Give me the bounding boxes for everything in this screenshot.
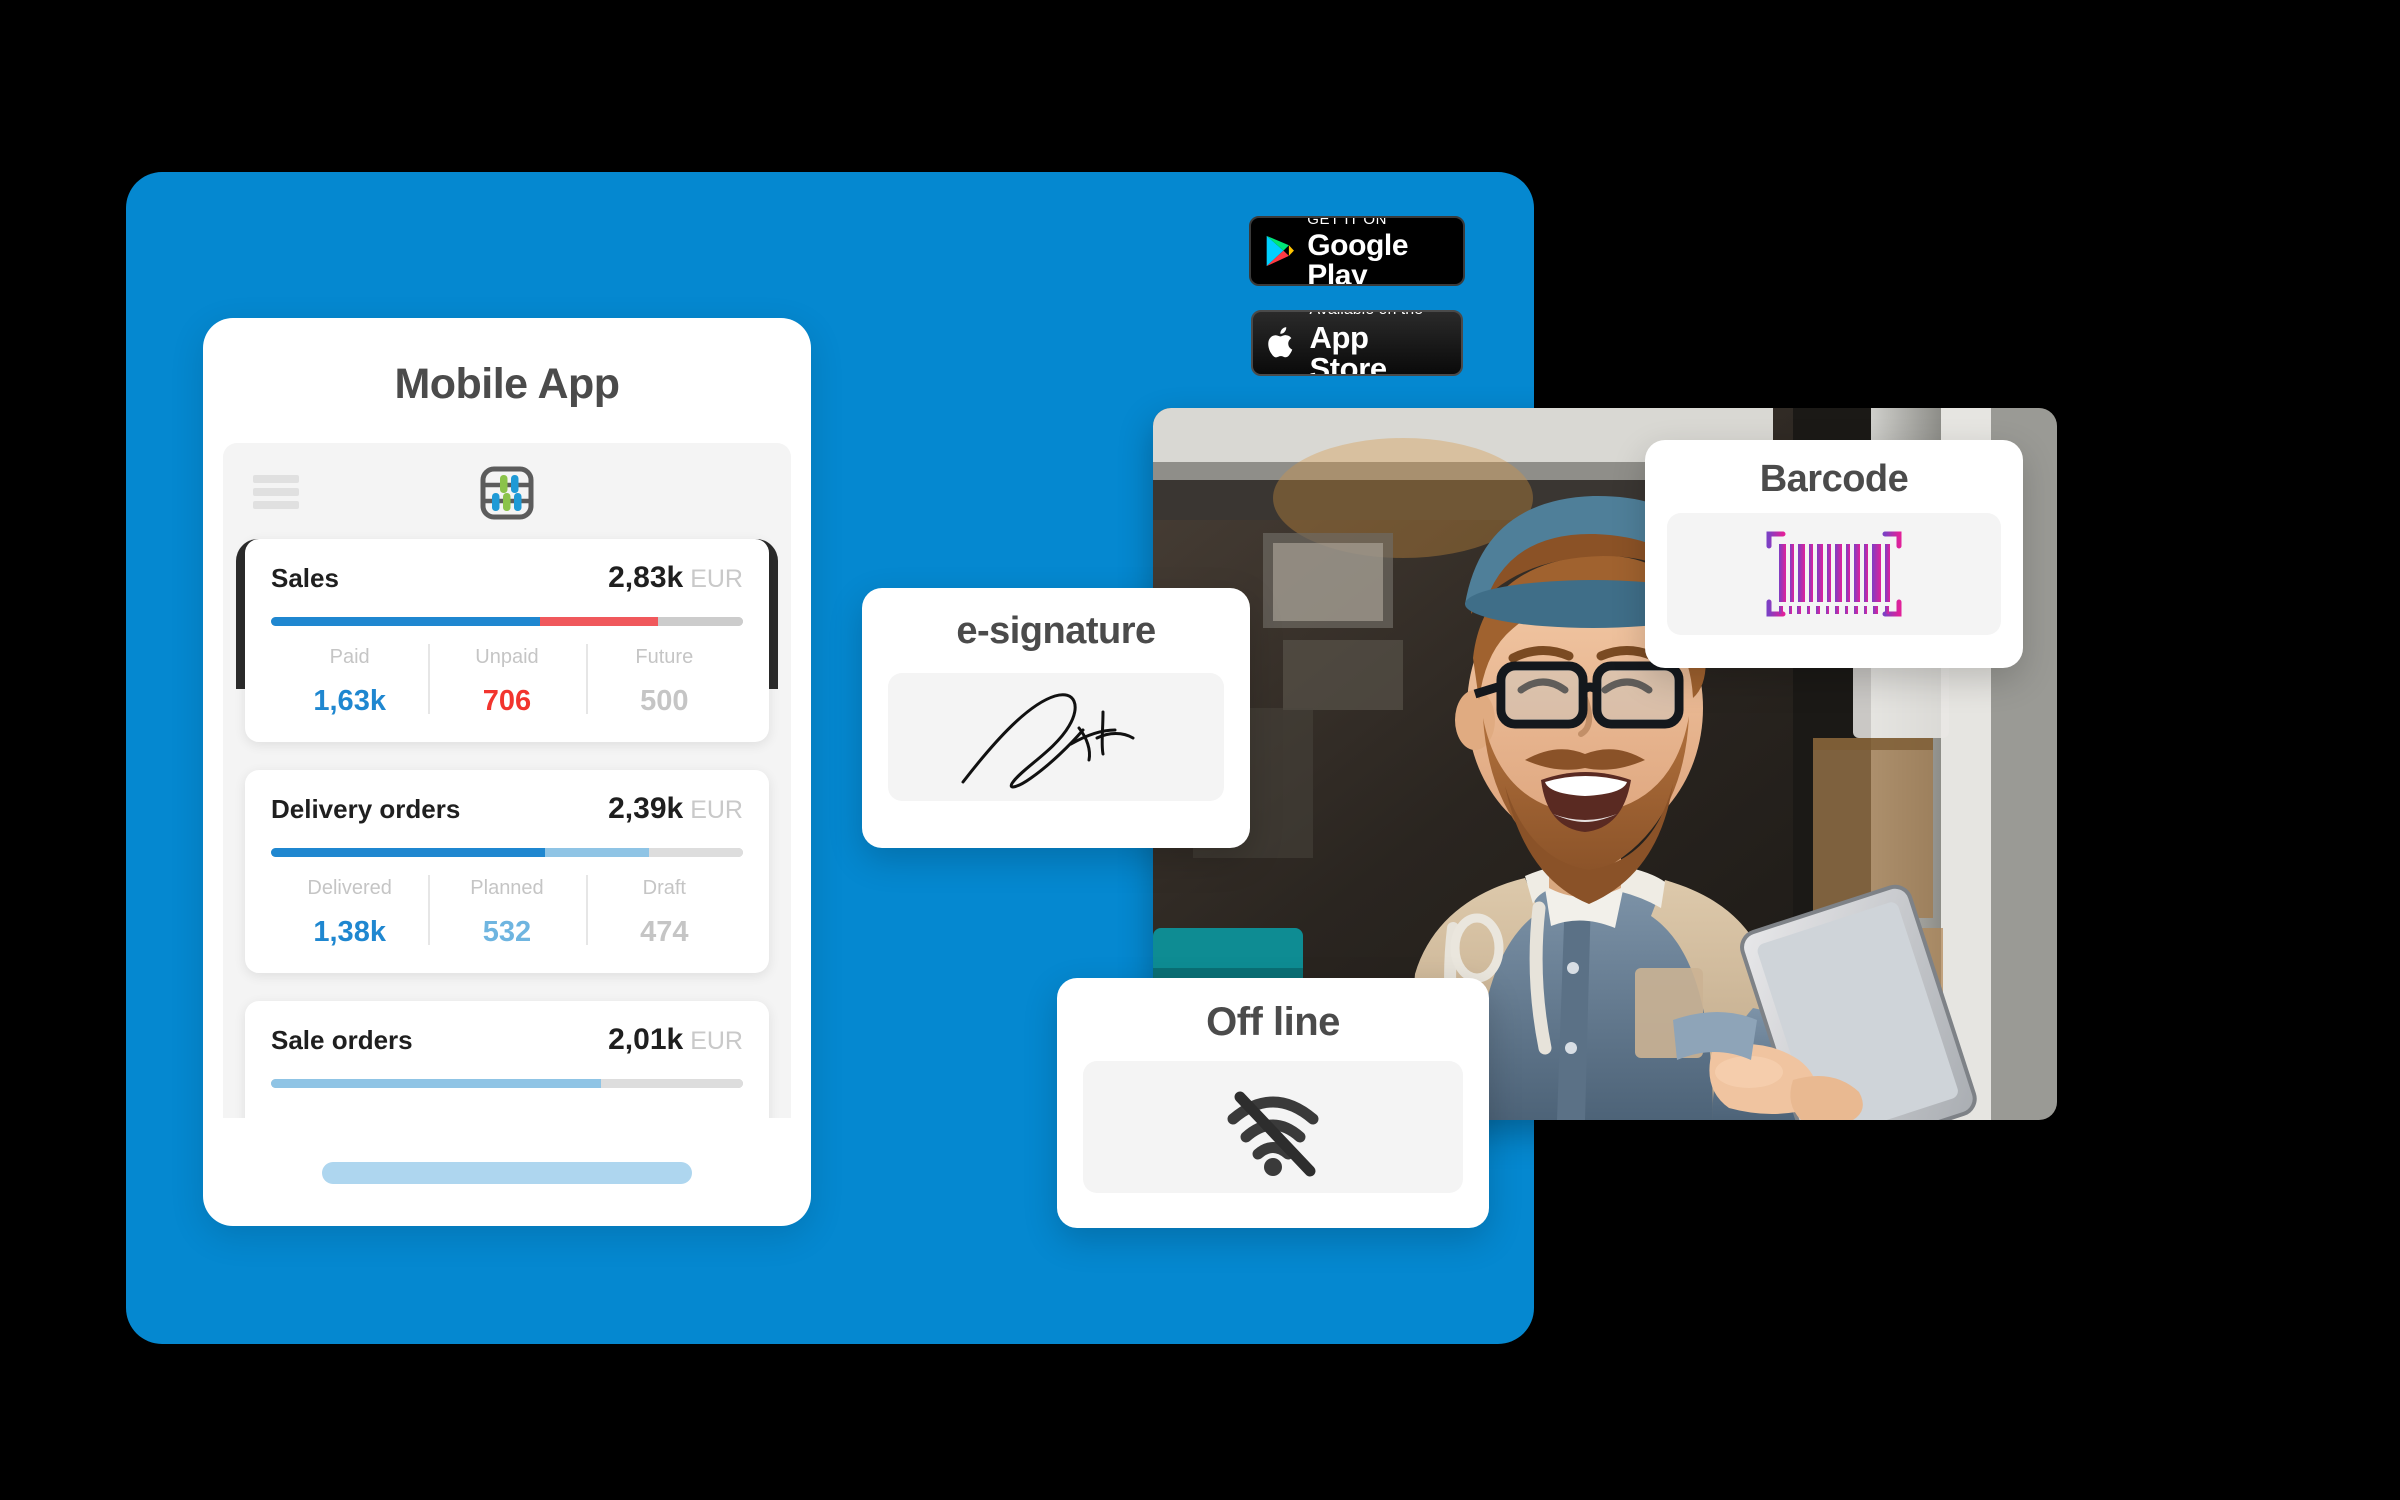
progress-bar: [271, 848, 743, 857]
kpi-currency: EUR: [690, 1027, 743, 1055]
bar-segment-draft: [648, 848, 743, 857]
feature-card-title: Off line: [1206, 1000, 1340, 1044]
badge-big-label: App Store: [1309, 320, 1387, 376]
kpi-header: Sale orders 2,01k EUR: [271, 1023, 743, 1057]
kpi-card-sale-orders[interactable]: Sale orders 2,01k EUR: [245, 1001, 769, 1118]
kpi-card-list: Sales 2,83k EUR Paid 1,63k Unpaid 706 Fu…: [223, 539, 791, 1118]
stat-value: 500: [640, 685, 689, 717]
feature-card-barcode[interactable]: Barcode: [1645, 440, 2023, 668]
kpi-stats: Delivered 1,38k Planned 532 Draft 474: [271, 863, 743, 953]
kpi-header: Sales 2,83k EUR: [271, 561, 743, 595]
stat-planned: Planned 532: [428, 863, 585, 953]
stat-label: Planned: [470, 877, 544, 899]
bar-segment-confirmed: [271, 1079, 602, 1088]
kpi-card-delivery-orders[interactable]: Delivery orders 2,39k EUR Delivered 1,38…: [245, 770, 769, 973]
abacus-app-icon[interactable]: [479, 465, 535, 521]
google-play-icon: [1266, 235, 1294, 267]
badge-small-label: Available on the: [1309, 312, 1447, 318]
barcode-box: [1667, 513, 2001, 635]
kpi-card-sales[interactable]: Sales 2,83k EUR Paid 1,63k Unpaid 706 Fu…: [245, 539, 769, 742]
feature-card-offline[interactable]: Off line: [1057, 978, 1489, 1228]
wifi-off-icon: [1227, 1091, 1319, 1177]
stat-paid: Paid 1,63k: [271, 632, 428, 722]
kpi-amount: 2,01k: [608, 1023, 684, 1056]
bar-segment-rest: [601, 1079, 743, 1088]
app-store-badge[interactable]: Available on the App Store: [1251, 310, 1463, 376]
kpi-stats: Paid 1,63k Unpaid 706 Future 500: [271, 632, 743, 722]
stat-value: 474: [640, 916, 689, 948]
stat-label: Future: [635, 646, 694, 668]
bar-segment-unpaid: [540, 617, 659, 626]
stat-value: 706: [482, 685, 532, 717]
feature-card-title: e-signature: [956, 610, 1156, 652]
barcode-scan-icon: [1766, 531, 1902, 617]
stat-value: 1,38k: [313, 916, 386, 948]
app-bar: [223, 443, 791, 541]
bar-segment-delivered: [271, 848, 545, 857]
screenshot-root: Mobile App Sales 2,83k EUR Paid 1,63k Un…: [0, 0, 2400, 1500]
bar-segment-planned: [544, 848, 649, 857]
kpi-amount-wrap: 2,39k EUR: [608, 792, 743, 826]
stat-future: Future 500: [585, 632, 743, 722]
google-play-badge-text: GET IT ON Google Play: [1307, 216, 1449, 286]
kpi-amount: 2,83k: [608, 561, 684, 594]
stat-unpaid: Unpaid 706: [428, 632, 585, 722]
stat-label: Delivered: [307, 877, 392, 899]
offline-box: [1083, 1061, 1463, 1193]
kpi-header: Delivery orders 2,39k EUR: [271, 792, 743, 826]
signature-box[interactable]: [888, 673, 1224, 801]
bar-segment-paid: [271, 617, 541, 626]
google-play-badge[interactable]: GET IT ON Google Play: [1249, 216, 1465, 286]
signature-icon: [961, 693, 1135, 789]
progress-bar: [271, 1079, 743, 1088]
badge-big-label: Google Play: [1307, 228, 1409, 286]
kpi-title: Sales: [271, 563, 339, 593]
feature-card-title: Barcode: [1759, 458, 1909, 500]
badge-small-label: GET IT ON: [1307, 216, 1388, 228]
kpi-amount-wrap: 2,01k EUR: [608, 1023, 743, 1057]
kpi-title: Sale orders: [271, 1025, 413, 1055]
stat-draft: Draft 474: [585, 863, 743, 953]
bar-segment-future: [658, 617, 743, 626]
page-title: Mobile App: [394, 360, 620, 408]
stat-delivered: Delivered 1,38k: [271, 863, 428, 953]
mobile-app-card: Mobile App Sales 2,83k EUR Paid 1,63k Un…: [203, 318, 811, 1226]
stat-value: 532: [482, 916, 532, 948]
stat-label: Draft: [642, 877, 686, 899]
apple-logo-icon: [1268, 327, 1293, 358]
app-store-badge-text: Available on the App Store: [1309, 312, 1447, 376]
stat-label: Paid: [329, 646, 370, 668]
stat-value: 1,63k: [313, 685, 386, 717]
progress-bar: [271, 617, 743, 626]
kpi-amount-wrap: 2,83k EUR: [608, 561, 743, 595]
feature-card-esignature[interactable]: e-signature: [862, 588, 1250, 848]
kpi-currency: EUR: [690, 796, 743, 824]
kpi-currency: EUR: [690, 565, 743, 593]
stat-label: Unpaid: [475, 646, 539, 668]
phone-screen: Sales 2,83k EUR Paid 1,63k Unpaid 706 Fu…: [223, 443, 791, 1118]
kpi-amount: 2,39k: [608, 792, 684, 825]
home-indicator: [322, 1162, 692, 1184]
kpi-title: Delivery orders: [271, 794, 461, 824]
hamburger-icon[interactable]: [253, 475, 299, 509]
